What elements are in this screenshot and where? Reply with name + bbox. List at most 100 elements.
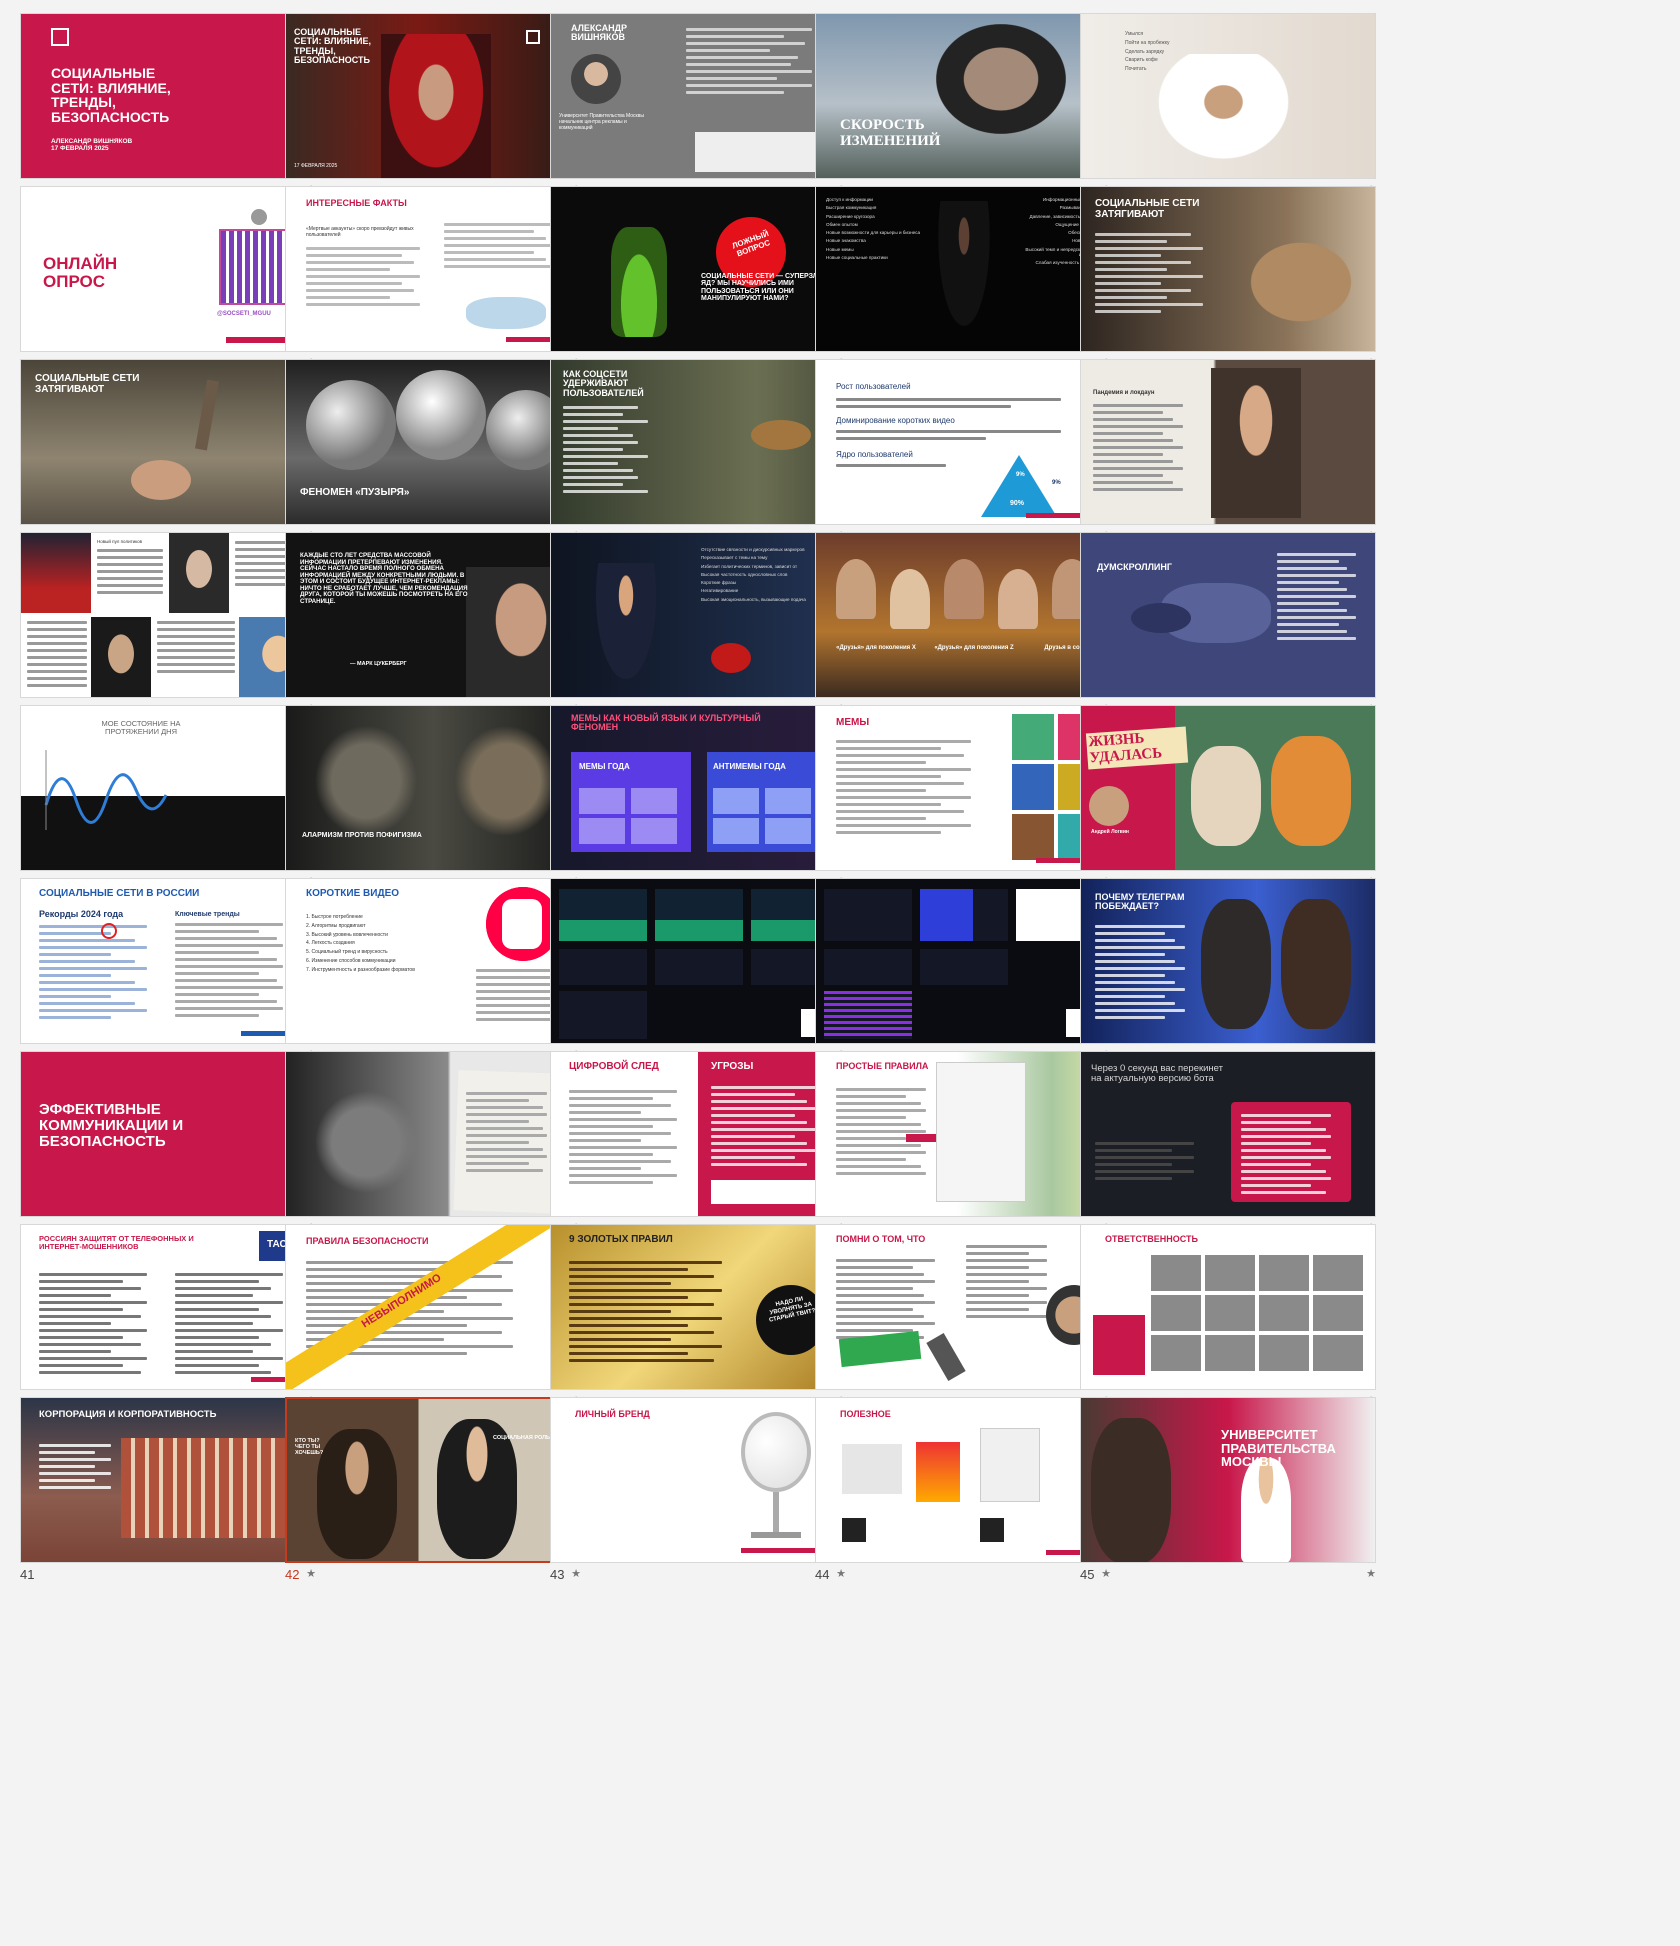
slide-preview[interactable]: ПОМНИ О ТОМ, ЧТО (815, 1224, 1111, 1390)
slide-preview[interactable]: АЛАРМИЗМ ПРОТИВ ПОФИГИЗМА (285, 705, 581, 871)
slide-thumbnail-24[interactable]: МЕМЫ24★ (815, 705, 1111, 897)
slide-preview[interactable]: 9 ЗОЛОТЫХ ПРАВИЛ НАДО ЛИ УВОЛНЯТЬ ЗА СТАР… (550, 1224, 846, 1390)
slide-preview[interactable]: КОРОТКИЕ ВИДЕО 1. Быстрое потребление 2. А… (285, 878, 581, 1044)
slide-thumbnail-34[interactable]: ПРОСТЫЕ ПРАВИЛА34★ (815, 1051, 1111, 1243)
slide-thumbnail-45[interactable]: УНИВЕРСИТЕТ ПРАВИТЕЛЬСТВА МОСКВЫ 45 ★ (1080, 1397, 1376, 1589)
slide-thumbnail-10[interactable]: СОЦИАЛЬНЫЕ СЕТИ ЗАТЯГИВАЮТ10★ (1080, 186, 1376, 378)
slide-thumbnail-11[interactable]: СОЦИАЛЬНЫЕ СЕТИ ЗАТЯГИВАЮТ11★ (20, 359, 316, 551)
slide-preview[interactable]: КАЖДЫЕ СТО ЛЕТ СРЕДСТВА МАССОВОЙ ИНФОРМА… (285, 532, 581, 698)
slide-preview[interactable]: Новый пул политиков (20, 532, 316, 698)
slide-preview[interactable] (285, 1051, 581, 1217)
slide-thumbnail-9[interactable]: Доступ к информации Быстрая коммуникация Р… (815, 186, 1111, 378)
slide-preview[interactable]: МЕМЫ КАК НОВЫЙ ЯЗЫК И КУЛЬТУРНЫЙ ФЕНОМЕН… (550, 705, 846, 871)
slide-preview[interactable]: Через 0 секунд вас перекинет на актуальн… (1080, 1051, 1376, 1217)
slide-thumbnail-33[interactable]: ЦИФРОВОЙ СЛЕДУГРОЗЫ33★ (550, 1051, 846, 1243)
slide-thumbnail-27[interactable]: КОРОТКИЕ ВИДЕО 1. Быстрое потребление 2. А… (285, 878, 581, 1070)
slide-thumbnail-7[interactable]: ИНТЕРЕСНЫЕ ФАКТЫ «Мертвые аккаунты» скоро… (285, 186, 581, 378)
slide-preview[interactable]: ФЕНОМЕН «ПУЗЫРЯ» (285, 359, 581, 525)
slide-thumbnail-35[interactable]: Через 0 секунд вас перекинет на актуальн… (1080, 1051, 1376, 1243)
slide-preview[interactable]: Рост пользователей Доминирование коротких… (815, 359, 1111, 525)
slide-preview[interactable]: ПОЛЕЗНОЕ (815, 1397, 1111, 1563)
slide-preview[interactable]: СОЦИАЛЬНЫЕ СЕТИ: ВЛИЯНИЕ, ТРЕНДЫ, БЕЗОПА… (285, 13, 581, 179)
slide-preview[interactable]: СОЦИАЛЬНЫЕ СЕТИ: ВЛИЯНИЕ, ТРЕНДЫ, БЕЗОПА… (20, 13, 316, 179)
slide-preview[interactable]: ПОЧЕМУ ТЕЛЕГРАМ ПОБЕЖДАЕТ? (1080, 878, 1376, 1044)
slide-preview[interactable]: ЦИФРОВОЙ СЛЕД УГРОЗЫ (550, 1051, 846, 1217)
slide-thumbnail-19[interactable]: «Друзья» для поколения X «Друзья» для пок… (815, 532, 1111, 724)
slide-thumbnail-1[interactable]: СОЦИАЛЬНЫЕ СЕТИ: ВЛИЯНИЕ, ТРЕНДЫ, БЕЗОПА… (20, 13, 316, 205)
slide-thumbnail-17[interactable]: КАЖДЫЕ СТО ЛЕТ СРЕДСТВА МАССОВОЙ ИНФОРМА… (285, 532, 581, 724)
slide-preview[interactable]: ЛИЧНЫЙ БРЕНД (550, 1397, 846, 1563)
slide-thumbnail-8[interactable]: ЛОЖНЫЙ ВОПРОС СОЦИАЛЬНЫЕ СЕТИ — СУПЕРЗЛО … (550, 186, 846, 378)
slide-text: Новый пул политиков (97, 539, 143, 544)
star-icon[interactable]: ★ (1366, 1567, 1376, 1580)
slide-thumbnail-30[interactable]: ПОЧЕМУ ТЕЛЕГРАМ ПОБЕЖДАЕТ?30★ (1080, 878, 1376, 1070)
slide-thumbnail-41[interactable]: КОРПОРАЦИЯ И КОРПОРАТИВНОСТЬ 41 ★ (20, 1397, 316, 1589)
slide-thumbnail-20[interactable]: ДУМСКРОЛЛИНГ20★ (1080, 532, 1376, 724)
slide-thumbnail-18[interactable]: Отсутствие связности и дискурсивных марк… (550, 532, 846, 724)
slide-preview[interactable]: КОРПОРАЦИЯ И КОРПОРАТИВНОСТЬ (20, 1397, 316, 1563)
slide-title: УНИВЕРСИТЕТ ПРАВИТЕЛЬСТВА МОСКВЫ (1221, 1427, 1336, 1470)
slide-preview[interactable]: Доступ к информации Быстрая коммуникация Р… (815, 186, 1111, 352)
slide-preview[interactable]: ЭФФЕКТИВНЫЕ КОММУНИКАЦИИ И БЕЗОПАСНОСТЬ (20, 1051, 316, 1217)
slide-preview[interactable]: ДУМСКРОЛЛИНГ (1080, 532, 1376, 698)
slide-text: МЕМЫ ГОДА (579, 762, 630, 771)
slide-thumbnail-5[interactable]: Умылся Пойти на пробежку Сделать зарядку Св… (1080, 13, 1376, 205)
slide-thumbnail-21[interactable]: МОЕ СОСТОЯНИЕ НА ПРОТЯЖЕНИИ ДНЯ21★ (20, 705, 316, 897)
slide-text: Ядро пользователей (836, 450, 913, 459)
slide-preview[interactable]: ПРАВИЛА БЕЗОПАСНОСТИ НЕВЫПОЛНИМО (285, 1224, 581, 1390)
slide-thumbnail-22[interactable]: АЛАРМИЗМ ПРОТИВ ПОФИГИЗМА22★ (285, 705, 581, 897)
slide-thumbnail-15[interactable]: Пандемия и локдаун15★ (1080, 359, 1376, 551)
slide-preview[interactable]: АЛЕКСАНДР ВИШНЯКОВ Университет Правительс… (550, 13, 846, 179)
slide-thumbnail-37[interactable]: ПРАВИЛА БЕЗОПАСНОСТИНЕВЫПОЛНИМО37★ (285, 1224, 581, 1416)
slide-preview[interactable]: ПРОСТЫЕ ПРАВИЛА (815, 1051, 1111, 1217)
slide-thumbnail-2[interactable]: СОЦИАЛЬНЫЕ СЕТИ: ВЛИЯНИЕ, ТРЕНДЫ, БЕЗОПА… (285, 13, 581, 205)
slide-thumbnail-39[interactable]: ПОМНИ О ТОМ, ЧТО39★ (815, 1224, 1111, 1416)
slide-preview[interactable]: УНИВЕРСИТЕТ ПРАВИТЕЛЬСТВА МОСКВЫ (1080, 1397, 1376, 1563)
slide-preview[interactable]: «Друзья» для поколения X «Друзья» для пок… (815, 532, 1111, 698)
slide-thumbnail-23[interactable]: МЕМЫ КАК НОВЫЙ ЯЗЫК И КУЛЬТУРНЫЙ ФЕНОМЕН… (550, 705, 846, 897)
slide-preview[interactable]: ИНТЕРЕСНЫЕ ФАКТЫ «Мертвые аккаунты» скоро… (285, 186, 581, 352)
slide-preview[interactable]: Умылся Пойти на пробежку Сделать зарядку Св… (1080, 13, 1376, 179)
slide-thumbnail-25[interactable]: ЖИЗНЬ УДАЛАСЬАндрей Логвин25★ (1080, 705, 1376, 897)
slide-preview[interactable] (815, 878, 1111, 1044)
slide-preview[interactable]: ЖИЗНЬ УДАЛАСЬ Андрей Логвин (1080, 705, 1376, 871)
slide-preview[interactable]: КАК СОЦСЕТИ УДЕРЖИВАЮТ ПОЛЬЗОВАТЕЛЕЙ (550, 359, 846, 525)
slide-preview[interactable]: СОЦИАЛЬНЫЕ СЕТИ ЗАТЯГИВАЮТ (1080, 186, 1376, 352)
slide-preview[interactable] (550, 878, 846, 1044)
slide-preview[interactable]: ОНЛАЙН ОПРОС @SOCSETI_MGUU (20, 186, 316, 352)
slide-thumbnail-42[interactable]: КТО ТЫ? ЧЕГО ТЫ ХОЧЕШЬ? СОЦИАЛЬНАЯ РОЛЬ 42… (285, 1397, 581, 1589)
slide-preview[interactable]: ОТВЕТСТВЕННОСТЬ (1080, 1224, 1376, 1390)
slide-thumbnail-4[interactable]: СКОРОСТЬ ИЗМЕНЕНИЙ4★ (815, 13, 1111, 205)
slide-preview[interactable]: ЛОЖНЫЙ ВОПРОС СОЦИАЛЬНЫЕ СЕТИ — СУПЕРЗЛО … (550, 186, 846, 352)
slide-thumbnail-31[interactable]: ЭФФЕКТИВНЫЕ КОММУНИКАЦИИ И БЕЗОПАСНОСТЬ3… (20, 1051, 316, 1243)
slide-thumbnail-3[interactable]: АЛЕКСАНДР ВИШНЯКОВ Университет Правительс… (550, 13, 846, 205)
slide-preview[interactable]: МОЕ СОСТОЯНИЕ НА ПРОТЯЖЕНИИ ДНЯ (20, 705, 316, 871)
meme-thumb (713, 788, 759, 814)
slide-thumbnail-32[interactable]: 32★ (285, 1051, 581, 1243)
slide-preview[interactable]: КТО ТЫ? ЧЕГО ТЫ ХОЧЕШЬ? СОЦИАЛЬНАЯ РОЛЬ (285, 1397, 581, 1563)
meme-thumb (631, 788, 677, 814)
slide-preview[interactable]: Отсутствие связности и дискурсивных марк… (550, 532, 846, 698)
slide-thumbnail-28[interactable]: 28★ (550, 878, 846, 1070)
slide-thumbnail-29[interactable]: 29★ (815, 878, 1111, 1070)
slide-preview[interactable]: СКОРОСТЬ ИЗМЕНЕНИЙ (815, 13, 1111, 179)
slide-preview[interactable]: Пандемия и локдаун (1080, 359, 1376, 525)
slide-preview[interactable]: СОЦИАЛЬНЫЕ СЕТИ ЗАТЯГИВАЮТ (20, 359, 316, 525)
slide-preview[interactable]: СОЦИАЛЬНЫЕ СЕТИ В РОССИИ Рекорды 2024 год… (20, 878, 316, 1044)
slide-thumbnail-40[interactable]: ОТВЕТСТВЕННОСТЬ40★ (1080, 1224, 1376, 1416)
slide-thumbnail-38[interactable]: 9 ЗОЛОТЫХ ПРАВИЛ НАДО ЛИ УВОЛНЯТЬ ЗА СТАР… (550, 1224, 846, 1416)
slide-preview[interactable]: МЕМЫ (815, 705, 1111, 871)
text-lines-decoration (569, 1090, 689, 1188)
slide-thumbnail-6[interactable]: ОНЛАЙН ОПРОС@SOCSETI_MGUU6★ (20, 186, 316, 378)
slide-thumbnail-16[interactable]: Новый пул политиков16★ (20, 532, 316, 724)
slide-thumbnail-12[interactable]: ФЕНОМЕН «ПУЗЫРЯ»12★ (285, 359, 581, 551)
slide-thumbnail-26[interactable]: СОЦИАЛЬНЫЕ СЕТИ В РОССИИ Рекорды 2024 год… (20, 878, 316, 1070)
slide-preview[interactable]: РОССИЯН ЗАЩИТЯТ ОТ ТЕЛЕФОННЫХ И ИНТЕРНЕТ… (20, 1224, 316, 1390)
slide-thumbnail-14[interactable]: Рост пользователей Доминирование коротких… (815, 359, 1111, 551)
slide-title: МЕМЫ КАК НОВЫЙ ЯЗЫК И КУЛЬТУРНЫЙ ФЕНОМЕН (571, 713, 761, 733)
slide-thumbnail-43[interactable]: ЛИЧНЫЙ БРЕНД 43 ★ (550, 1397, 846, 1589)
slide-thumbnail-13[interactable]: КАК СОЦСЕТИ УДЕРЖИВАЮТ ПОЛЬЗОВАТЕЛЕЙ13★ (550, 359, 846, 551)
text-lines-decoration (39, 1444, 119, 1493)
slide-thumbnail-36[interactable]: РОССИЯН ЗАЩИТЯТ ОТ ТЕЛЕФОННЫХ И ИНТЕРНЕТ… (20, 1224, 316, 1416)
slide-thumbnail-44[interactable]: ПОЛЕЗНОЕ 44 ★ (815, 1397, 1111, 1589)
